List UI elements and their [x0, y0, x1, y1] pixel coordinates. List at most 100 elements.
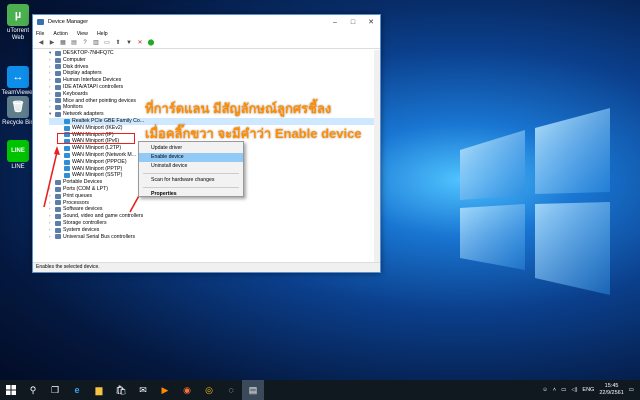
tree-item-label: Universal Serial Bus controllers — [63, 233, 136, 240]
desktop-icon-3[interactable]: LINE LINE — [1, 140, 35, 171]
view-icon[interactable]: ▦ — [59, 40, 67, 47]
chrome-icon[interactable]: ◎ — [198, 380, 220, 400]
help-icon[interactable]: ? — [81, 40, 89, 47]
monitor-icon[interactable]: ▭ — [103, 40, 111, 47]
tree-category-item[interactable]: › Universal Serial Bus controllers — [49, 234, 380, 241]
tree-category-item[interactable]: › Keyboards — [49, 91, 380, 98]
device-icon — [55, 186, 61, 192]
file-explorer-icon[interactable]: ▆ — [88, 380, 110, 400]
scan-icon[interactable]: ⬤ — [147, 40, 155, 47]
tree-item-label: WAN Miniport (SSTP) — [72, 172, 123, 179]
menu-action[interactable]: Action — [53, 31, 67, 37]
device-icon — [64, 159, 70, 165]
up-arrow-icon[interactable]: ˄ — [553, 387, 556, 393]
device-manager-icon — [37, 19, 44, 25]
tree-item-label: Computer — [63, 56, 86, 63]
tree-category-item[interactable]: › System devices — [49, 227, 380, 234]
device-icon — [55, 57, 61, 63]
edge-icon[interactable]: e — [66, 380, 88, 400]
desktop-app-icon: µ — [7, 4, 29, 26]
settings-icon[interactable]: ◌ — [220, 380, 242, 400]
tree-item-label: Network adapters — [63, 111, 104, 118]
device-icon — [55, 220, 61, 226]
device-icon — [64, 125, 70, 131]
tree-category-item[interactable]: › IDE ATA/ATAPI controllers — [49, 84, 380, 91]
context-menu[interactable]: Update driver Enable device Uninstall de… — [138, 141, 244, 197]
menu-enable-device[interactable]: Enable device — [139, 153, 243, 162]
media-player-icon[interactable]: ▶ — [154, 380, 176, 400]
menu-update-driver[interactable]: Update driver — [139, 144, 243, 153]
menu-help[interactable]: Help — [97, 31, 108, 37]
language-indicator[interactable]: ENG — [582, 387, 594, 393]
tree-item-label: Print queues — [63, 192, 93, 199]
tree-item-label: Monitors — [63, 104, 83, 111]
highlight-network-adapter — [57, 133, 135, 144]
vertical-scrollbar[interactable] — [374, 50, 380, 262]
device-icon — [64, 152, 70, 158]
disable-icon[interactable]: ▼ — [125, 40, 133, 47]
device-icon — [55, 200, 61, 206]
tree-item-label: Human Interface Devices — [63, 77, 122, 84]
tree-category-item[interactable]: › Software devices — [49, 206, 380, 213]
device-manager-task-icon[interactable]: ▤ — [242, 380, 264, 400]
start-button[interactable] — [0, 380, 22, 400]
uninstall-icon[interactable]: ✕ — [136, 40, 144, 47]
network-icon[interactable]: ▭ — [561, 387, 566, 393]
tree-item-label: Software devices — [63, 206, 103, 213]
desktop-icon-2[interactable]: 🗑 Recycle Bin — [1, 96, 35, 127]
computer-name: DESKTOP-7NHFQ7C — [63, 50, 114, 56]
menu-separator — [143, 173, 239, 174]
task-view-icon[interactable]: ❐ — [44, 380, 66, 400]
device-icon — [64, 173, 70, 179]
windows-icon — [6, 385, 16, 395]
minimize-button[interactable]: – — [326, 19, 344, 26]
menu-properties[interactable]: Properties — [139, 190, 243, 199]
forward-icon[interactable]: ▶ — [48, 40, 56, 47]
close-button[interactable]: ✕ — [362, 18, 380, 26]
people-icon[interactable]: ☺ — [542, 387, 548, 393]
volume-icon[interactable]: ◁) — [571, 387, 577, 393]
tree-item-label: Realtek PCIe GBE Family Co... — [72, 117, 145, 124]
desktop-icon-0[interactable]: µ uTorrent Web — [1, 4, 35, 42]
tree-category-item[interactable]: › Storage controllers — [49, 220, 380, 227]
tree-category-item[interactable]: › Display adapters — [49, 70, 380, 77]
store-icon[interactable]: 🛍 — [110, 380, 132, 400]
update-driver-icon[interactable]: ⬆ — [114, 40, 122, 47]
tree-item-label: Storage controllers — [63, 219, 107, 226]
menu-file[interactable]: File — [36, 31, 44, 37]
computer-icon — [55, 50, 61, 56]
annotation-line-1: ที่การ์ดแลน มีสัญลักษณ์ลูกศรชี้ลง — [145, 101, 332, 116]
notification-icon[interactable]: ▭ — [629, 387, 634, 393]
tree-root[interactable]: ▾ DESKTOP-7NHFQ7C — [49, 50, 380, 57]
tree-item-label: Disk drives — [63, 63, 89, 70]
tree-item-label: Mice and other pointing devices — [63, 97, 136, 104]
mail-icon[interactable]: ✉ — [132, 380, 154, 400]
tree-category-item[interactable]: › Sound, video and game controllers — [49, 213, 380, 220]
device-icon — [55, 105, 61, 111]
device-icon — [55, 214, 61, 220]
device-icon — [55, 91, 61, 97]
tree-category-item[interactable]: › Computer — [49, 57, 380, 64]
desktop-app-icon: ↔ — [7, 66, 29, 88]
tree-category-item[interactable]: › Processors — [49, 200, 380, 207]
status-bar: Enables the selected device. — [33, 262, 380, 272]
tree-category-item[interactable]: › Human Interface Devices — [49, 77, 380, 84]
tree-item-label: Display adapters — [63, 70, 102, 77]
firefox-icon[interactable]: ◉ — [176, 380, 198, 400]
menu-scan-hardware[interactable]: Scan for hardware changes — [139, 176, 243, 185]
desktop-icon-label: LINE — [11, 164, 25, 170]
device-icon — [55, 84, 61, 90]
search-icon[interactable]: ⚲ — [22, 380, 44, 400]
tree-category-item[interactable]: › Disk drives — [49, 64, 380, 71]
menu-bar: File Action View Help — [33, 29, 380, 38]
menu-separator — [143, 187, 239, 188]
properties-icon[interactable]: ▤ — [70, 40, 78, 47]
menu-view[interactable]: View — [77, 31, 88, 37]
clock[interactable]: 15:45 22/9/2561 — [599, 383, 623, 397]
details-icon[interactable]: ▥ — [92, 40, 100, 47]
menu-uninstall-device[interactable]: Uninstall device — [139, 162, 243, 171]
maximize-button[interactable]: □ — [344, 19, 362, 26]
title-bar[interactable]: Device Manager – □ ✕ — [33, 15, 380, 29]
back-icon[interactable]: ◀ — [37, 40, 45, 47]
toolbar: ◀ ▶ ▦ ▤ ? ▥ ▭ ⬆ ▼ ✕ ⬤ — [33, 38, 380, 49]
